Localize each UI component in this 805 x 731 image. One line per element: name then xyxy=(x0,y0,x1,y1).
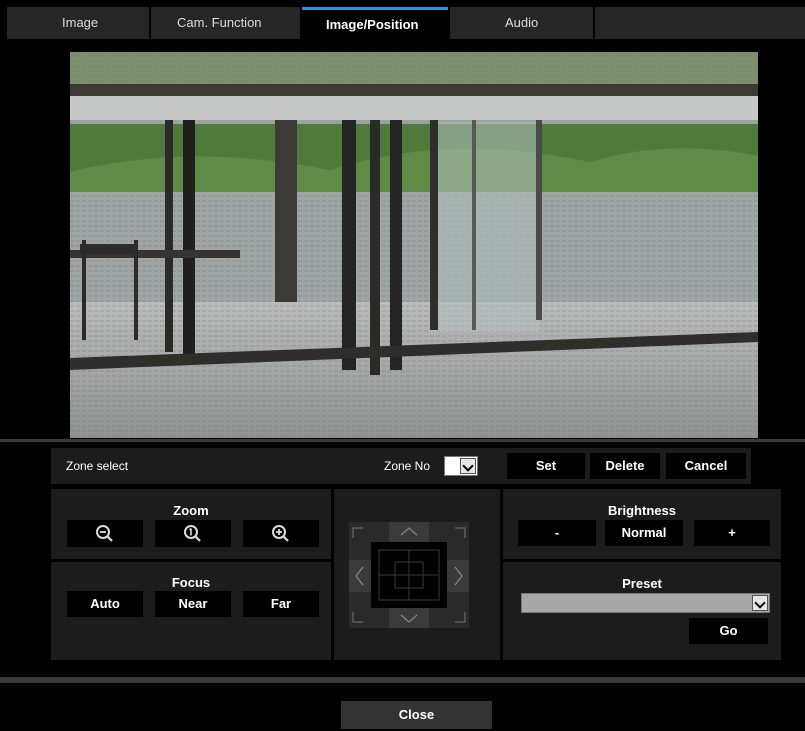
divider xyxy=(0,439,805,442)
ptz-position-pad[interactable] xyxy=(371,542,447,608)
focus-near-button[interactable]: Near xyxy=(155,591,231,617)
zoom-out-icon xyxy=(96,525,113,542)
zoom-title: Zoom xyxy=(173,503,209,518)
chevron-down-icon[interactable] xyxy=(460,458,476,474)
tab-cam-function[interactable]: Cam. Function xyxy=(151,7,300,39)
focus-far-button[interactable]: Far xyxy=(243,591,319,617)
preset-title: Preset xyxy=(622,576,662,591)
tab-bar-filler xyxy=(595,7,805,39)
zoom-reset-icon xyxy=(184,525,201,542)
tab-audio[interactable]: Audio xyxy=(450,7,593,39)
zone-select-label: Zone select xyxy=(66,459,129,473)
zone-bar: Zone select Zone No Set Delete Cancel xyxy=(51,448,751,484)
zoom-in-button[interactable] xyxy=(243,520,319,547)
brightness-plus-button[interactable]: + xyxy=(694,520,770,546)
ptz-pad[interactable] xyxy=(349,522,469,628)
camera-view[interactable] xyxy=(70,52,758,438)
zoom-in-icon xyxy=(272,525,289,542)
brightness-normal-button[interactable]: Normal xyxy=(605,520,683,546)
delete-button[interactable]: Delete xyxy=(590,453,660,479)
brightness-minus-button[interactable]: - xyxy=(518,520,596,546)
brightness-title: Brightness xyxy=(608,503,676,518)
chevron-down-icon[interactable] xyxy=(752,595,768,611)
close-button[interactable]: Close xyxy=(341,701,492,729)
preset-select[interactable] xyxy=(521,593,770,613)
zoom-reset-button[interactable] xyxy=(155,520,231,547)
zone-no-select[interactable] xyxy=(444,456,478,476)
camera-image xyxy=(70,52,758,438)
focus-title: Focus xyxy=(171,575,211,590)
zone-no-label: Zone No xyxy=(384,459,431,473)
tab-image[interactable]: Image xyxy=(7,7,149,39)
divider xyxy=(0,677,805,683)
zoom-out-button[interactable] xyxy=(67,520,143,547)
tab-image-position[interactable]: Image/Position xyxy=(302,7,448,39)
set-button[interactable]: Set xyxy=(507,453,585,479)
tab-bar: Image Cam. Function Image/Position Audio xyxy=(0,0,805,40)
cancel-button[interactable]: Cancel xyxy=(666,453,746,479)
crosshair-icon xyxy=(378,549,440,601)
focus-auto-button[interactable]: Auto xyxy=(67,591,143,617)
preset-go-button[interactable]: Go xyxy=(689,618,768,644)
